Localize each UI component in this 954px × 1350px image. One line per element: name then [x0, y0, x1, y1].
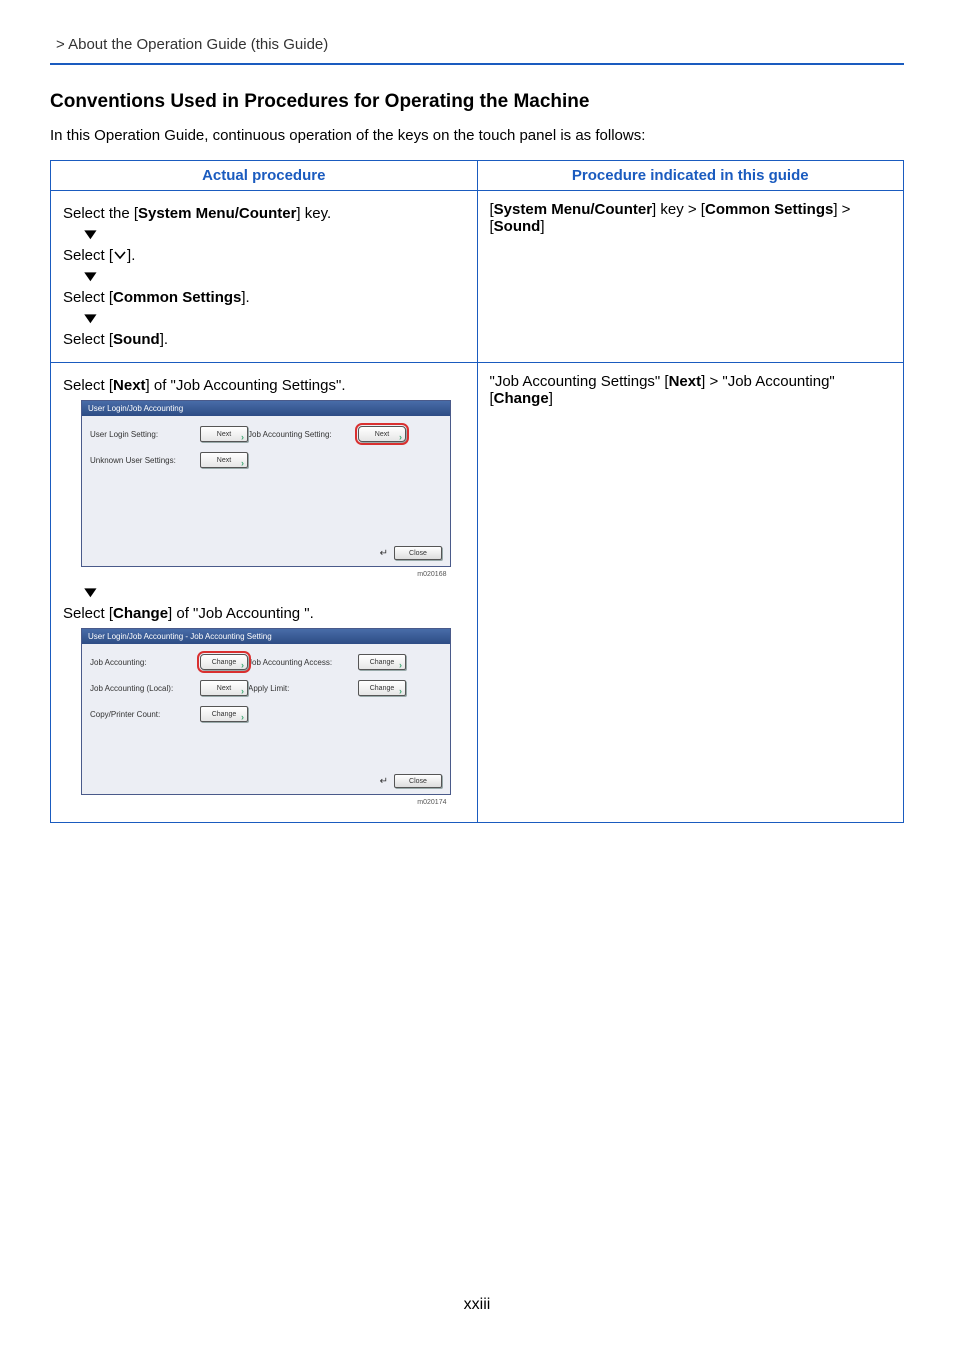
down-arrow-icon: ▼ [80, 226, 101, 243]
bold: Change [113, 605, 168, 622]
panel-title: User Login/Job Accounting - Job Accounti… [82, 629, 450, 644]
down-arrow-icon: ▼ [80, 268, 101, 285]
step-text: Select []. [63, 247, 465, 264]
bold: Sound [113, 331, 160, 348]
txt: Select [ [63, 377, 113, 394]
bold: Common Settings [705, 201, 833, 218]
section-title: Conventions Used in Procedures for Opera… [50, 91, 904, 113]
panel-label: User Login Setting: [90, 430, 200, 439]
table-row: Select the [System Menu/Counter] key. ▼ … [51, 191, 904, 363]
change-button[interactable]: Change [358, 654, 406, 670]
panel-label: Copy/Printer Count: [90, 710, 200, 719]
down-arrow-icon: ▼ [80, 310, 101, 327]
page-number: xxiii [0, 1296, 954, 1314]
change-button[interactable]: Change [200, 654, 248, 670]
txt: Select [ [63, 331, 113, 348]
bold: System Menu/Counter [494, 201, 652, 218]
header-rule [50, 63, 904, 65]
panel-label: Job Accounting (Local): [90, 684, 200, 693]
txt: ] [549, 390, 553, 407]
txt: Select [ [63, 605, 113, 622]
image-id: m020174 [63, 799, 447, 806]
bold: Change [494, 390, 549, 407]
chevron-down-icon [113, 249, 127, 261]
next-button[interactable]: Next [200, 452, 248, 468]
txt: ] [540, 218, 544, 235]
enter-icon: ↵ [380, 548, 388, 559]
step-text: Select the [System Menu/Counter] key. [63, 205, 465, 222]
touch-panel-screenshot-1: User Login/Job Accounting User Login Set… [81, 400, 451, 567]
panel-label: Unknown User Settings: [90, 456, 200, 465]
col-header-guide: Procedure indicated in this guide [477, 161, 904, 191]
bold: Sound [494, 218, 541, 235]
guide-cell-1: [System Menu/Counter] key > [Common Sett… [477, 191, 904, 363]
step-text: Select [Change] of "Job Accounting ". [63, 605, 465, 622]
next-button[interactable]: Next [358, 426, 406, 442]
intro-text: In this Operation Guide, continuous oper… [50, 127, 904, 144]
procedure-table: Actual procedure Procedure indicated in … [50, 160, 904, 823]
txt: Select [ [63, 289, 113, 306]
step-text: Select [Sound]. [63, 331, 465, 348]
close-button[interactable]: Close [394, 774, 442, 788]
down-arrow-icon: ▼ [80, 584, 101, 601]
panel-label: Job Accounting: [90, 658, 200, 667]
change-button[interactable]: Change [358, 680, 406, 696]
txt: ] of "Job Accounting Settings". [146, 377, 346, 394]
next-button[interactable]: Next [200, 680, 248, 696]
txt: "Job Accounting Settings" [ [490, 373, 669, 390]
touch-panel-screenshot-2: User Login/Job Accounting - Job Accounti… [81, 628, 451, 795]
change-button[interactable]: Change [200, 706, 248, 722]
bold: Next [113, 377, 146, 394]
txt: ] key > [ [652, 201, 705, 218]
panel-label: Job Accounting Access: [248, 658, 358, 667]
txt: ]. [241, 289, 249, 306]
close-button[interactable]: Close [394, 546, 442, 560]
breadcrumb: > About the Operation Guide (this Guide) [50, 36, 904, 53]
image-id: m020168 [63, 571, 447, 578]
txt: ]. [127, 247, 135, 264]
txt: ] of "Job Accounting ". [168, 605, 314, 622]
panel-label: Job Accounting Setting: [248, 430, 358, 439]
table-row: Select [Next] of "Job Accounting Setting… [51, 363, 904, 823]
enter-icon: ↵ [380, 776, 388, 787]
next-button[interactable]: Next [200, 426, 248, 442]
bold: Next [669, 373, 702, 390]
panel-title: User Login/Job Accounting [82, 401, 450, 416]
step-text: Select [Common Settings]. [63, 289, 465, 306]
guide-cell-2: "Job Accounting Settings" [Next] > "Job … [477, 363, 904, 823]
txt: ]. [160, 331, 168, 348]
bold: Common Settings [113, 289, 241, 306]
txt: ] key. [296, 205, 331, 222]
txt: Select the [ [63, 205, 138, 222]
col-header-actual: Actual procedure [51, 161, 478, 191]
panel-label: Apply Limit: [248, 684, 358, 693]
actual-cell-1: Select the [System Menu/Counter] key. ▼ … [51, 191, 478, 363]
step-text: Select [Next] of "Job Accounting Setting… [63, 377, 465, 394]
txt: Select [ [63, 247, 113, 264]
actual-cell-2: Select [Next] of "Job Accounting Setting… [51, 363, 478, 823]
bold: System Menu/Counter [138, 205, 296, 222]
